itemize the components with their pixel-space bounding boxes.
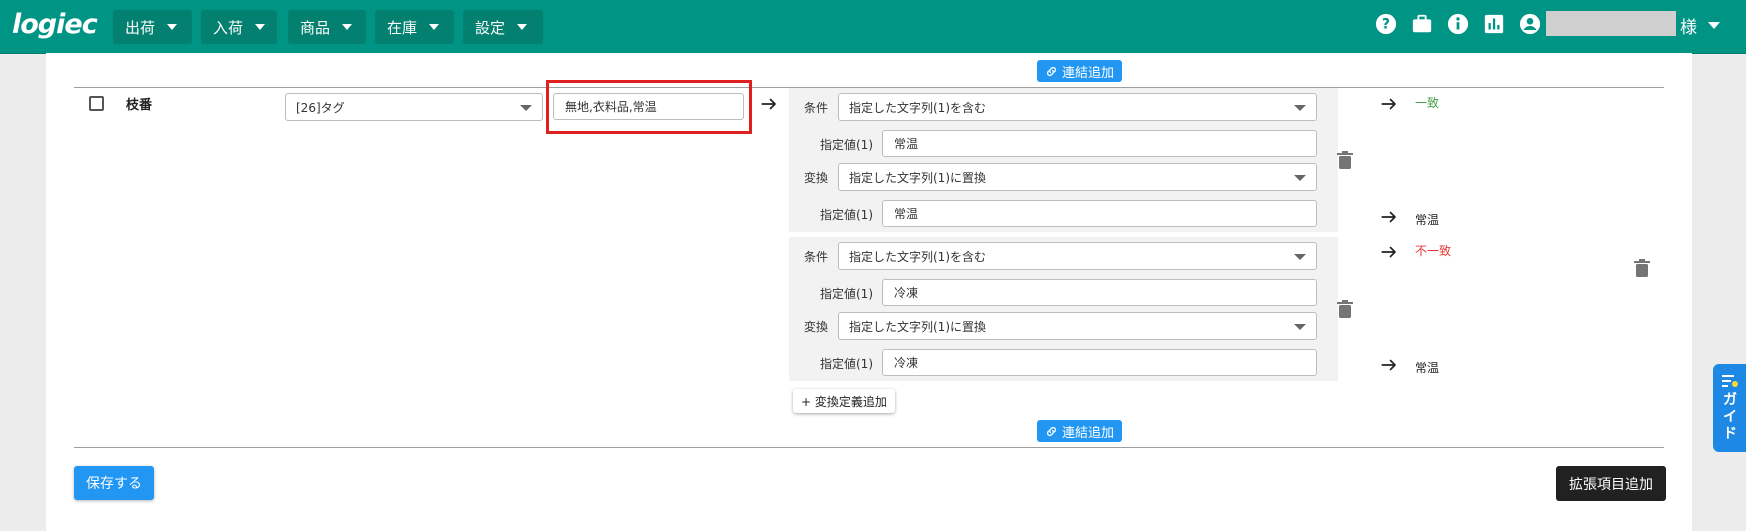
source-field-select-value: [26]タグ: [296, 100, 345, 115]
nav-menu-label: 商品: [300, 18, 331, 37]
convert-label: 変換: [804, 320, 829, 334]
chevron-down-icon: [255, 24, 266, 30]
nav-menu-label: 在庫: [387, 18, 418, 37]
convert-value-label: 指定値(1): [820, 208, 873, 222]
chevron-down-icon: [1294, 105, 1306, 111]
source-value-text: 無地,衣料品,常温: [565, 100, 657, 114]
mismatch-result-label: 不一致: [1415, 244, 1452, 258]
convert-select-value: 指定した文字列(1)に置換: [849, 319, 986, 334]
arrow-right-icon: [1380, 208, 1398, 226]
chevron-down-icon: [342, 24, 353, 30]
output-value: 常温: [1415, 361, 1440, 375]
condition-select[interactable]: 指定した文字列(1)を含む: [838, 242, 1317, 270]
briefcase-icon[interactable]: [1411, 13, 1433, 35]
convert-select[interactable]: 指定した文字列(1)に置換: [838, 163, 1317, 191]
svg-text:?: ?: [1382, 17, 1390, 33]
chevron-down-icon: [1294, 324, 1306, 330]
condition-select-value: 指定した文字列(1)を含む: [849, 100, 986, 115]
condition-label: 条件: [804, 250, 829, 264]
chevron-down-icon: [520, 105, 532, 111]
field-name-label: 枝番: [126, 98, 153, 113]
guide-tab-label: ガイド: [1723, 392, 1737, 442]
condition-value-text: 冷凍: [894, 286, 919, 300]
nav-menu-label: 出荷: [125, 18, 156, 37]
match-result-label: 一致: [1415, 96, 1440, 110]
add-extended-field-button[interactable]: 拡張項目追加: [1556, 466, 1666, 501]
convert-select[interactable]: 指定した文字列(1)に置換: [838, 312, 1317, 340]
condition-value-label: 指定値(1): [820, 287, 873, 301]
chevron-down-icon: [517, 24, 528, 30]
link-add-button-bottom[interactable]: 連結追加: [1037, 420, 1122, 442]
user-honorific: 様: [1680, 18, 1697, 38]
nav-menu-inventory[interactable]: 在庫: [375, 10, 454, 44]
trash-icon[interactable]: [1634, 259, 1650, 277]
condition-select-value: 指定した文字列(1)を含む: [849, 249, 986, 264]
convert-value-input[interactable]: 冷凍: [882, 349, 1317, 376]
nav-menu-label: 入荷: [213, 18, 244, 37]
user-name-redacted: [1546, 11, 1676, 36]
convert-value-text: 冷凍: [894, 356, 919, 370]
divider-bottom: [74, 447, 1664, 448]
info-icon[interactable]: [1447, 13, 1469, 35]
nav-menu-receiving[interactable]: 入荷: [201, 10, 277, 44]
convert-value-input[interactable]: 常温: [882, 200, 1317, 227]
output-value: 常温: [1415, 213, 1440, 227]
nav-menu-products[interactable]: 商品: [288, 10, 366, 44]
arrow-right-icon: [1380, 356, 1398, 374]
link-add-label: 連結追加: [1062, 65, 1115, 81]
account-icon[interactable]: [1519, 13, 1541, 35]
link-icon: [1047, 426, 1056, 436]
convert-value-text: 常温: [894, 207, 919, 221]
condition-value-text: 常温: [894, 137, 919, 151]
link-add-button-top[interactable]: 連結追加: [1037, 60, 1122, 82]
add-conversion-definition-button[interactable]: + 変換定義追加: [793, 389, 895, 413]
convert-value-label: 指定値(1): [820, 357, 873, 371]
chevron-down-icon: [1294, 254, 1306, 260]
nav-menu-settings[interactable]: 設定: [463, 10, 543, 44]
nav-menu-shipping[interactable]: 出荷: [113, 10, 192, 44]
trash-icon[interactable]: [1337, 300, 1353, 318]
condition-value-label: 指定値(1): [820, 138, 873, 152]
source-value-input[interactable]: 無地,衣料品,常温: [553, 93, 744, 120]
chevron-down-icon: [1294, 175, 1306, 181]
nav-menu-label: 設定: [475, 18, 506, 37]
arrow-right-icon: [760, 95, 778, 113]
trash-icon[interactable]: [1337, 151, 1353, 169]
chart-icon[interactable]: [1483, 13, 1505, 35]
chevron-down-icon: [167, 24, 178, 30]
chevron-down-icon: [429, 24, 440, 30]
guide-tab[interactable]: ガイド: [1713, 364, 1746, 452]
source-field-select[interactable]: [26]タグ: [285, 93, 543, 121]
guide-icon: [1722, 375, 1738, 387]
condition-select[interactable]: 指定した文字列(1)を含む: [838, 93, 1317, 121]
help-icon[interactable]: ?: [1375, 13, 1397, 35]
top-navigation-bar: logiec 出荷 入荷 商品 在庫 設定 ? 様: [0, 0, 1746, 54]
save-button[interactable]: 保存する: [74, 466, 154, 500]
arrow-right-icon: [1380, 243, 1398, 261]
condition-label: 条件: [804, 101, 829, 115]
app-logo[interactable]: logiec: [12, 9, 98, 40]
condition-value-input[interactable]: 冷凍: [882, 279, 1317, 306]
arrow-right-icon: [1380, 95, 1398, 113]
link-icon: [1047, 66, 1056, 76]
condition-value-input[interactable]: 常温: [882, 130, 1317, 157]
chevron-down-icon[interactable]: [1708, 22, 1720, 29]
convert-select-value: 指定した文字列(1)に置換: [849, 170, 986, 185]
link-add-label: 連結追加: [1062, 425, 1115, 441]
row-checkbox[interactable]: [89, 96, 104, 111]
convert-label: 変換: [804, 171, 829, 185]
